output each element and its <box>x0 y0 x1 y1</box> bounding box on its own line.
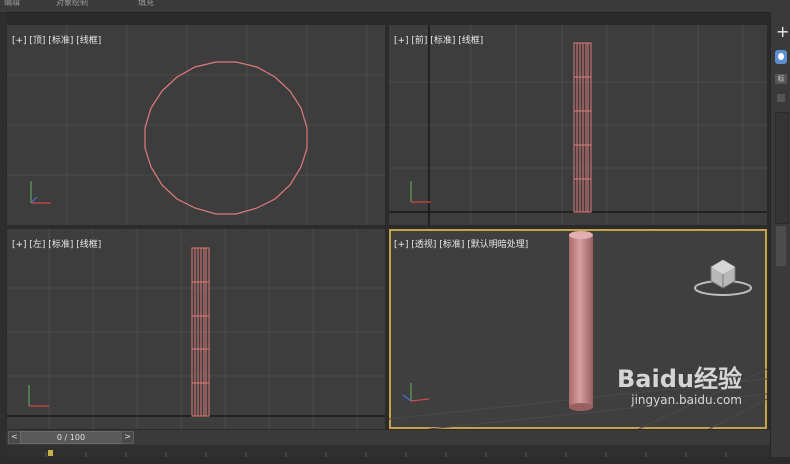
axis-gizmo <box>410 181 431 203</box>
viewport-top[interactable]: [+] [顶] [标准] [线框] <box>7 25 385 225</box>
viewport-front[interactable]: [+] [前] [标准] [线框] <box>389 25 767 225</box>
viewport-front-label[interactable]: [+] [前] [标准] [线框] <box>394 33 483 46</box>
watermark: Baidu经验 jingyan.baidu.com <box>617 366 742 408</box>
panel-tab-standard[interactable]: 标 <box>775 74 787 84</box>
menu-bar: 编辑 对象绘制 填充 <box>0 0 790 13</box>
viewport-front-canvas <box>389 25 767 225</box>
viewport-top-label[interactable]: [+] [顶] [标准] [线框] <box>12 33 101 46</box>
time-slider[interactable]: 0 / 100 <box>20 431 122 444</box>
watermark-brand: Baidu经验 <box>617 365 742 393</box>
menu-item-populate[interactable]: 填充 <box>138 0 154 8</box>
axis-gizmo <box>28 385 49 407</box>
track-bar[interactable] <box>6 445 770 457</box>
command-panel: + 标 <box>770 12 790 457</box>
watermark-url: jingyan.baidu.com <box>631 393 742 407</box>
viewport-left-canvas <box>7 229 385 429</box>
menu-item-edit[interactable]: 编辑 <box>4 0 20 8</box>
panel-rollout-list <box>775 112 789 224</box>
circle-object <box>144 61 308 215</box>
menu-item-object-paint[interactable]: 对象绘制 <box>56 0 88 8</box>
viewport-top-canvas <box>7 25 385 225</box>
track-bar-ticks <box>45 450 727 457</box>
viewport-perspective-label[interactable]: [+] [透视] [标准] [默认明暗处理] <box>394 237 528 250</box>
panel-scrollbar[interactable] <box>776 226 786 266</box>
dropdown-arrow-icon[interactable] <box>777 94 785 102</box>
viewcube-icon[interactable] <box>694 259 752 296</box>
create-tab-icon[interactable] <box>775 50 787 64</box>
axis-gizmo <box>402 383 430 402</box>
time-marker <box>48 450 53 456</box>
cylinder-left-wire <box>191 247 210 417</box>
axis-gizmo <box>30 181 51 204</box>
viewport-left[interactable]: [+] [左] [标准] [线框] <box>7 229 385 429</box>
cylinder-shaded <box>569 231 593 411</box>
cylinder-front-wire <box>573 42 592 213</box>
add-icon[interactable]: + <box>776 24 789 40</box>
viewport-left-label[interactable]: [+] [左] [标准] [线框] <box>12 237 101 250</box>
left-strip <box>0 12 6 457</box>
next-frame-button[interactable]: > <box>121 431 134 444</box>
